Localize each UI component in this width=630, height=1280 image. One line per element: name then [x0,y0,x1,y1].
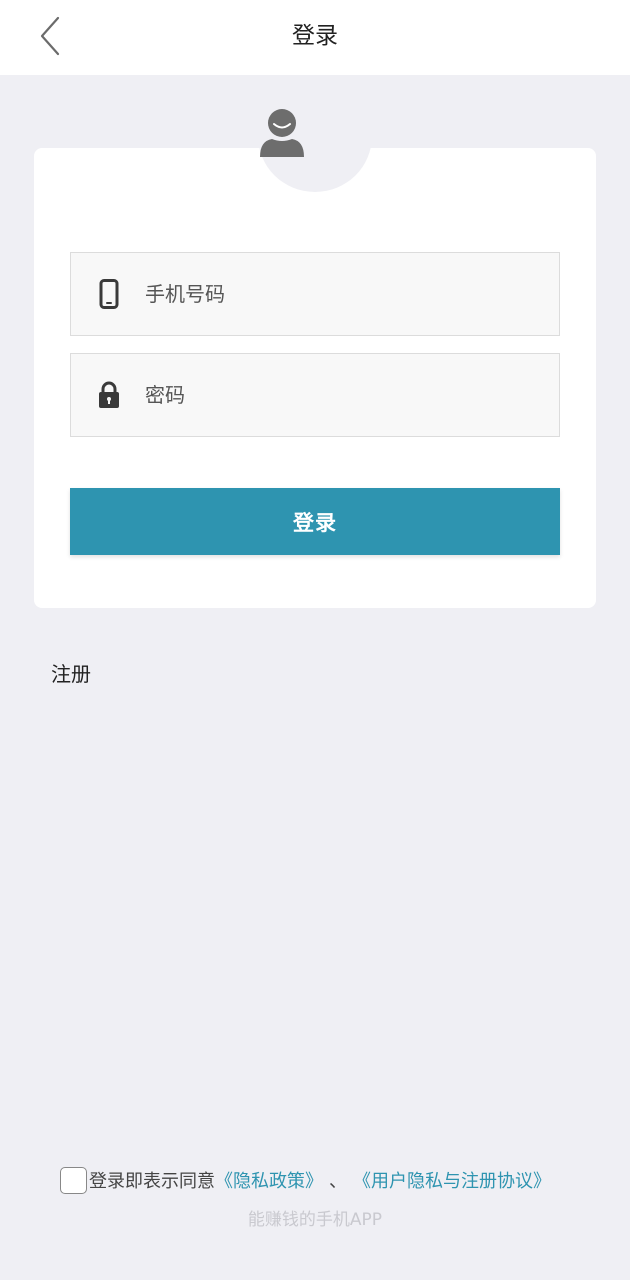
phone-icon [97,279,121,309]
app-slogan: 能赚钱的手机APP [247,1210,383,1230]
password-input[interactable] [145,354,559,436]
agreement-separator: 、 [329,1171,347,1192]
phone-input[interactable] [145,253,559,335]
page-title: 登录 [292,23,338,49]
register-link[interactable]: 注册 [51,658,91,687]
user-agreement-link[interactable]: 《用户隐私与注册协议》 [353,1167,551,1193]
phone-field[interactable] [70,252,560,336]
agreement-checkbox[interactable] [60,1166,87,1194]
agreement-prefix: 登录即表示同意 [89,1171,215,1192]
password-field[interactable] [70,353,560,437]
login-card: 登录 [34,80,596,608]
user-avatar-icon [260,109,304,157]
agreement-row: 登录即表示同意 《隐私政策》 、 《用户隐私与注册协议》 [60,1166,551,1194]
lock-icon [97,380,121,410]
privacy-policy-link[interactable]: 《隐私政策》 [215,1167,323,1193]
login-button[interactable]: 登录 [70,488,560,555]
header-bar: 登录 [0,0,630,75]
